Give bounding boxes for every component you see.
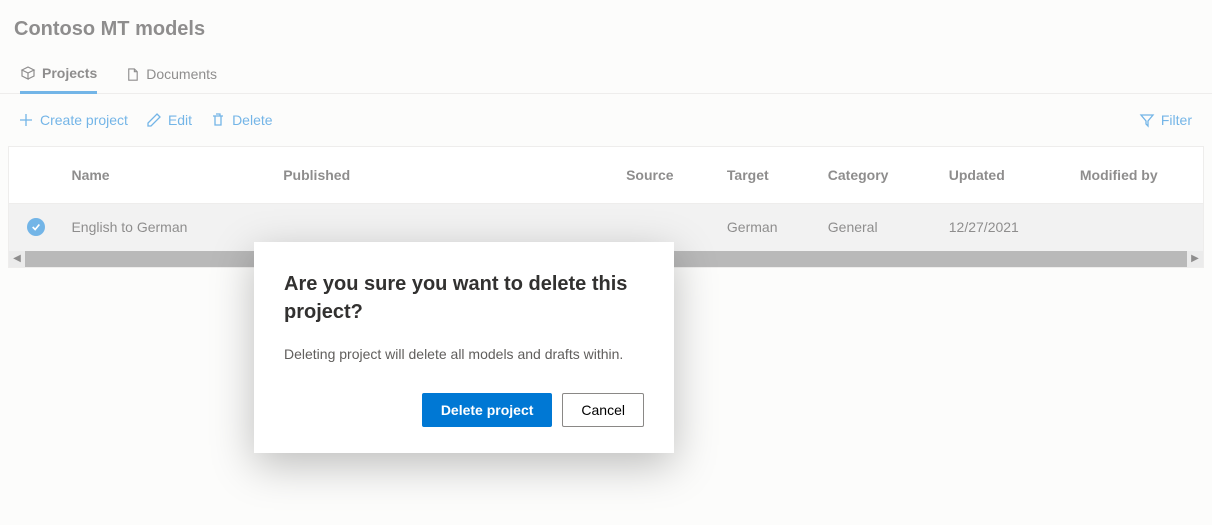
cancel-button[interactable]: Cancel <box>562 393 644 427</box>
delete-confirm-dialog: Are you sure you want to delete this pro… <box>254 242 674 453</box>
delete-project-confirm-button[interactable]: Delete project <box>422 393 553 427</box>
dialog-actions: Delete project Cancel <box>284 393 644 427</box>
dialog-body: Deleting project will delete all models … <box>284 344 644 365</box>
dialog-title: Are you sure you want to delete this pro… <box>284 270 644 326</box>
